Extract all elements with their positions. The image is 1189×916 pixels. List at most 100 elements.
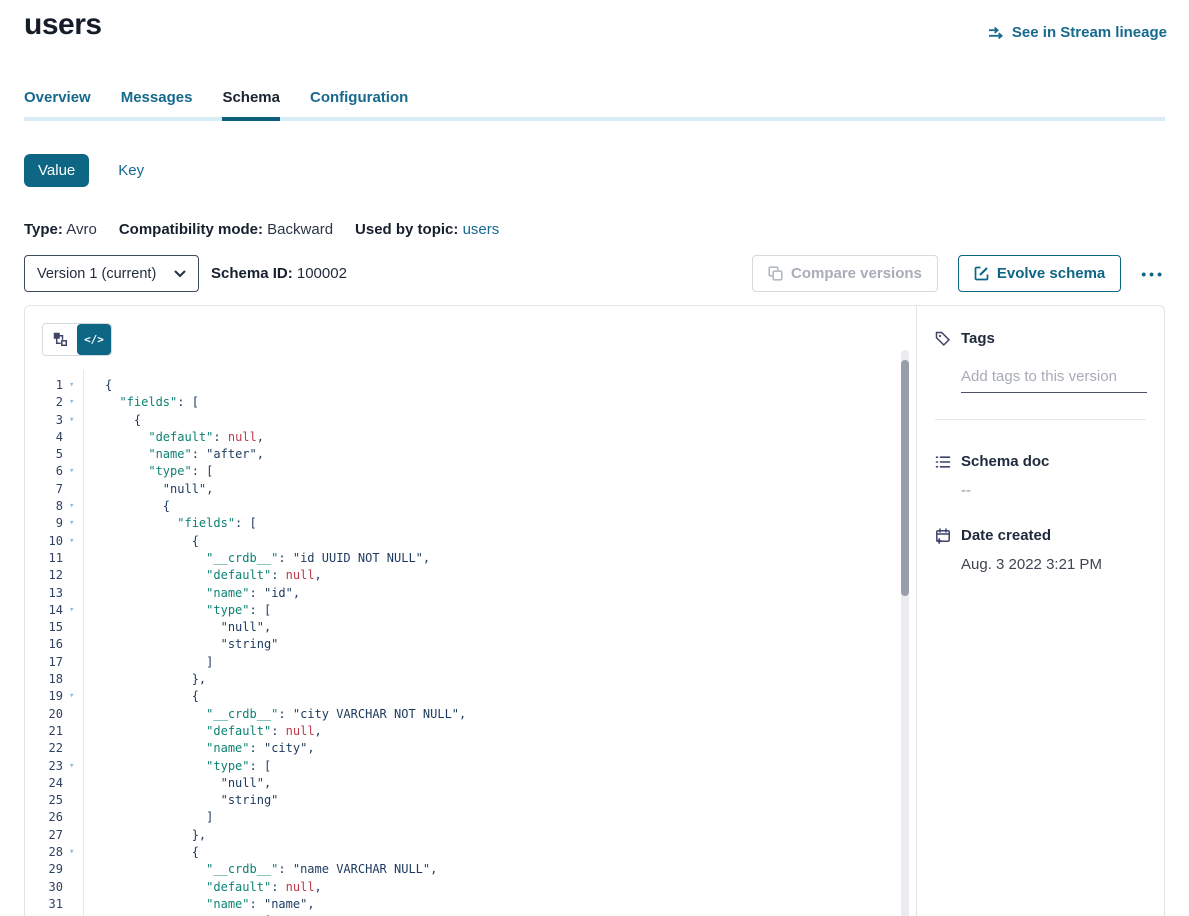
fold-toggle-icon[interactable]: ▾ (69, 412, 81, 429)
code-lines[interactable]: 1▾{2▾ "fields": [3▾ {4 "default": null,5… (25, 377, 896, 916)
line-number: 24 (25, 775, 63, 792)
date-created-section: Date created Aug. 3 2022 3:21 PM (935, 527, 1146, 573)
line-number: 15 (25, 619, 63, 636)
fold-toggle-icon[interactable]: ▾ (69, 377, 81, 394)
code-view-button[interactable]: </> (77, 324, 111, 355)
code-text: "default": null, (105, 879, 322, 896)
fold-toggle-icon[interactable]: ▾ (69, 533, 81, 550)
meta-compat-label: Compatibility mode: (119, 221, 263, 238)
compare-versions-button[interactable]: Compare versions (752, 255, 938, 292)
code-text: "name": "id", (105, 585, 300, 602)
fold-toggle-icon[interactable]: ▾ (69, 463, 81, 480)
fold-toggle-icon[interactable]: ▾ (69, 844, 81, 861)
code-text: { (105, 533, 199, 550)
code-text: }, (105, 671, 206, 688)
chevron-down-icon (174, 270, 186, 278)
code-text: "name": "after", (105, 446, 264, 463)
schema-doc-heading: Schema doc (961, 453, 1049, 470)
code-line: 17 ] (25, 654, 896, 671)
editor-view-toggle: </> (42, 323, 112, 356)
fold-toggle-icon[interactable]: ▾ (69, 758, 81, 775)
code-text: "__crdb__": "id UUID NOT NULL", (105, 550, 430, 567)
date-created-header: Date created (935, 527, 1146, 544)
code-line: 19▾ { (25, 688, 896, 705)
code-text: { (105, 412, 141, 429)
version-select[interactable]: Version 1 (current) (24, 255, 199, 292)
line-number: 22 (25, 740, 63, 757)
line-number: 6 (25, 463, 63, 480)
line-number: 28 (25, 844, 63, 861)
key-toggle-link[interactable]: Key (118, 162, 144, 179)
schema-doc-header: Schema doc (935, 453, 1146, 470)
version-select-value: Version 1 (current) (37, 266, 156, 282)
schema-doc-value: -- (961, 482, 1146, 499)
topic-link[interactable]: users (463, 221, 500, 238)
line-number: 7 (25, 481, 63, 498)
edit-icon (974, 266, 989, 281)
meta-used-by-topic: Used by topic: users (355, 221, 499, 238)
fold-toggle-icon[interactable]: ▾ (69, 515, 81, 532)
code-line: 24 "null", (25, 775, 896, 792)
code-text: "default": null, (105, 567, 322, 584)
code-text: ] (105, 809, 213, 826)
value-toggle-button[interactable]: Value (24, 154, 89, 187)
tree-view-button[interactable] (43, 324, 77, 355)
code-text: "default": null, (105, 429, 264, 446)
schema-id-value: 100002 (297, 265, 347, 282)
line-number: 30 (25, 879, 63, 896)
fold-toggle-icon[interactable]: ▾ (69, 602, 81, 619)
fold-toggle-icon[interactable]: ▾ (69, 688, 81, 705)
line-number: 10 (25, 533, 63, 550)
stream-lineage-link[interactable]: See in Stream lineage (988, 24, 1167, 41)
tab-overview[interactable]: Overview (24, 89, 91, 117)
code-text: "__crdb__": "name VARCHAR NULL", (105, 861, 437, 878)
code-text: "type": [ (105, 602, 271, 619)
tab-configuration[interactable]: Configuration (310, 89, 408, 117)
code-line: 29 "__crdb__": "name VARCHAR NULL", (25, 861, 896, 878)
code-text: "null", (105, 481, 213, 498)
code-line: 6 ▾ "type": [ (25, 463, 896, 480)
line-number: 29 (25, 861, 63, 878)
line-number: 9 (25, 515, 63, 532)
code-line: 20 "__crdb__": "city VARCHAR NOT NULL", (25, 706, 896, 723)
add-tags-input[interactable] (961, 368, 1147, 393)
schema-doc-section: Schema doc -- (935, 453, 1146, 499)
schema-id-label: Schema ID: (211, 265, 293, 282)
code-text: "type": [ (105, 463, 213, 480)
meta-type: Type: Avro (24, 221, 97, 238)
meta-type-label: Type: (24, 221, 63, 238)
tab-messages[interactable]: Messages (121, 89, 193, 117)
code-line: 13 "name": "id", (25, 585, 896, 602)
line-number: 25 (25, 792, 63, 809)
line-number: 23 (25, 758, 63, 775)
version-bar: Version 1 (current) Schema ID: 100002 Co… (24, 255, 1165, 292)
code-text: }, (105, 827, 206, 844)
evolve-schema-label: Evolve schema (997, 265, 1105, 282)
code-text: "type": [ (105, 758, 271, 775)
tags-section-header: Tags (935, 330, 1146, 347)
code-line: 27 }, (25, 827, 896, 844)
tree-view-icon (53, 332, 68, 347)
code-line: 30 "default": null, (25, 879, 896, 896)
code-line: 15 "null", (25, 619, 896, 636)
line-number: 13 (25, 585, 63, 602)
meta-compatibility: Compatibility mode: Backward (119, 221, 333, 238)
tab-bar: Overview Messages Schema Configuration (24, 89, 1165, 117)
fold-toggle-icon[interactable]: ▾ (69, 394, 81, 411)
code-line: 21 "default": null, (25, 723, 896, 740)
line-number: 19 (25, 688, 63, 705)
editor-scrollbar-thumb[interactable] (901, 360, 909, 596)
schema-info-sidebar: Tags Schema doc -- (916, 306, 1164, 916)
code-text: { (105, 498, 170, 515)
code-line: 28▾ { (25, 844, 896, 861)
more-actions-button[interactable]: ••• (1141, 266, 1165, 282)
tab-schema[interactable]: Schema (222, 89, 280, 117)
fold-toggle-icon[interactable]: ▾ (69, 498, 81, 515)
code-text: "null", (105, 619, 271, 636)
code-line: 26 ] (25, 809, 896, 826)
code-line: 10 ▾ { (25, 533, 896, 550)
code-line: 7 "null", (25, 481, 896, 498)
line-number: 2 (25, 394, 63, 411)
evolve-schema-button[interactable]: Evolve schema (958, 255, 1121, 292)
date-created-value: Aug. 3 2022 3:21 PM (961, 556, 1146, 573)
